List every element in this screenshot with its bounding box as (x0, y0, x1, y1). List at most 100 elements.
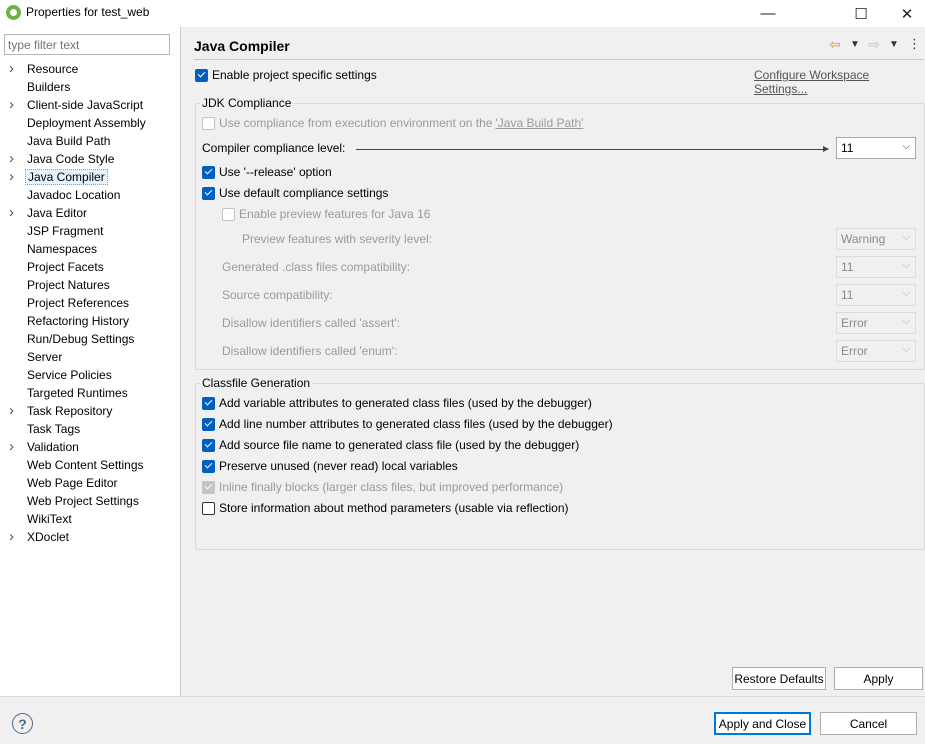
window-title: Properties for test_web (26, 5, 150, 19)
configure-workspace-settings-link[interactable]: Configure Workspace Settings... (754, 68, 925, 96)
preserve-unused-checkbox[interactable] (202, 459, 215, 473)
tree-item-label: Resource (27, 62, 79, 76)
classfile-option-row[interactable]: Store information about method parameter… (202, 501, 569, 515)
tree-item[interactable]: Refactoring History (0, 312, 180, 330)
enable-project-specific-checkbox[interactable] (195, 68, 208, 82)
tree-item[interactable]: Namespaces (0, 240, 180, 258)
tree-item[interactable]: › Client-side JavaScript (0, 96, 180, 114)
use-release-row[interactable]: Use '--release' option (202, 165, 332, 179)
classfile-option-row[interactable]: Preserve unused (never read) local varia… (202, 459, 458, 473)
tree-item[interactable]: › Resource (0, 60, 180, 78)
tree-item[interactable]: Java Build Path (0, 132, 180, 150)
tree-item[interactable]: Project Natures (0, 276, 180, 294)
chevron-right-icon[interactable]: › (9, 168, 14, 186)
add-variable-attributes-checkbox[interactable] (202, 396, 215, 410)
help-icon[interactable]: ? (12, 713, 33, 734)
tree-item[interactable]: Task Tags (0, 420, 180, 438)
add-variable-attributes-label: Add variable attributes to generated cla… (219, 396, 592, 410)
property-pages-panel: › Resource Builders › Client-side JavaScript… (0, 27, 181, 696)
disallow-assert-label: Disallow identifiers called 'assert': (222, 316, 400, 330)
tree-item[interactable]: Server (0, 348, 180, 366)
tree-item[interactable]: › Java Code Style (0, 150, 180, 168)
apply-and-close-button[interactable]: Apply and Close (714, 712, 811, 735)
title-separator (194, 59, 924, 60)
maximize-button[interactable]: ☐ (838, 0, 884, 27)
tree-item[interactable]: WikiText (0, 510, 180, 528)
tree-item[interactable]: Project References (0, 294, 180, 312)
classfile-option-row[interactable]: Add source file name to generated class … (202, 438, 579, 452)
chevron-down-icon: ⌵ (902, 141, 910, 152)
close-button[interactable]: ✕ (884, 0, 925, 27)
title-bar: Properties for test_web — ☐ ✕ (0, 0, 925, 27)
tree-item[interactable]: Service Policies (0, 366, 180, 384)
tree-item[interactable]: › Java Editor (0, 204, 180, 222)
back-menu-chevron-icon[interactable]: ▼ (850, 39, 860, 50)
source-compat-label: Source compatibility: (222, 288, 333, 302)
use-default-compliance-row[interactable]: Use default compliance settings (202, 186, 388, 200)
chevron-right-icon[interactable]: › (9, 204, 14, 222)
classfile-option-row: Inline finally blocks (larger class file… (202, 480, 563, 494)
chevron-right-icon[interactable]: › (9, 150, 14, 168)
tree-item[interactable]: › Task Repository (0, 402, 180, 420)
compliance-level-select[interactable]: 11 ⌵ (836, 137, 916, 159)
view-menu-icon[interactable]: ⋮ (908, 36, 921, 52)
chevron-right-icon[interactable]: › (9, 96, 14, 114)
tree-item-label: Web Page Editor (27, 476, 118, 490)
tree-item[interactable]: › Validation (0, 438, 180, 456)
tree-item[interactable]: Web Content Settings (0, 456, 180, 474)
add-line-number-checkbox[interactable] (202, 417, 215, 431)
tree-item[interactable]: Deployment Assembly (0, 114, 180, 132)
tree-item-label: Deployment Assembly (27, 116, 146, 130)
disallow-assert-value: Error (841, 316, 868, 330)
tree-item[interactable]: Javadoc Location (0, 186, 180, 204)
preserve-unused-label: Preserve unused (never read) local varia… (219, 459, 458, 473)
filter-input[interactable] (4, 34, 170, 55)
java-compiler-page: Java Compiler ⇦ ▼ ⇨ ▼ ⋮ Enable project s… (181, 27, 925, 696)
tree-item-label: Service Policies (27, 368, 112, 382)
preview-severity-value: Warning (841, 232, 886, 246)
back-arrow-icon[interactable]: ⇦ (829, 36, 841, 53)
preview-severity-select: Warning ⌵ (836, 228, 916, 250)
use-release-label: Use '--release' option (219, 165, 332, 179)
add-source-file-checkbox[interactable] (202, 438, 215, 452)
use-ee-compliance-checkbox (202, 116, 215, 130)
chevron-right-icon[interactable]: › (9, 402, 14, 420)
chevron-right-icon[interactable]: › (9, 528, 14, 546)
tree-item-label: Web Project Settings (27, 494, 139, 508)
chevron-right-icon[interactable]: › (9, 438, 14, 456)
use-default-compliance-checkbox[interactable] (202, 186, 215, 200)
tree-item-label: Java Compiler (25, 169, 108, 185)
add-line-number-label: Add line number attributes to generated … (219, 417, 613, 431)
disallow-enum-select: Error ⌵ (836, 340, 916, 362)
apply-button[interactable]: Apply (834, 667, 923, 690)
classfile-option-row[interactable]: Add variable attributes to generated cla… (202, 396, 592, 410)
classfile-option-row[interactable]: Add line number attributes to generated … (202, 417, 613, 431)
tree-item[interactable]: Web Project Settings (0, 492, 180, 510)
tree-item[interactable]: JSP Fragment (0, 222, 180, 240)
use-ee-compliance-row: Use compliance from execution environmen… (202, 116, 583, 130)
generated-class-compat-value: 11 (841, 260, 854, 274)
chevron-down-icon: ⌵ (902, 344, 910, 355)
cancel-button[interactable]: Cancel (820, 712, 917, 735)
chevron-right-icon[interactable]: › (9, 60, 14, 78)
compliance-level-arrow (356, 146, 829, 152)
use-release-checkbox[interactable] (202, 165, 215, 179)
forward-menu-chevron-icon[interactable]: ▼ (889, 39, 899, 50)
tree-item[interactable]: Targeted Runtimes (0, 384, 180, 402)
restore-defaults-button[interactable]: Restore Defaults (732, 667, 826, 690)
tree-item-label: Client-side JavaScript (27, 98, 144, 112)
tree-item[interactable]: › XDoclet (0, 528, 180, 546)
minimize-button[interactable]: — (745, 0, 791, 27)
jdk-compliance-title: JDK Compliance (200, 96, 294, 110)
chevron-down-icon: ⌵ (902, 288, 910, 299)
store-method-params-checkbox[interactable] (202, 501, 215, 515)
tree-item[interactable]: Run/Debug Settings (0, 330, 180, 348)
enable-preview-label: Enable preview features for Java 16 (239, 207, 431, 221)
enable-project-specific-row[interactable]: Enable project specific settings (195, 68, 377, 82)
tree-item[interactable]: Builders (0, 78, 180, 96)
tree-item-label: Javadoc Location (27, 188, 121, 202)
tree-item-label: WikiText (27, 512, 72, 526)
tree-item[interactable]: › Java Compiler (0, 168, 180, 186)
tree-item[interactable]: Project Facets (0, 258, 180, 276)
tree-item[interactable]: Web Page Editor (0, 474, 180, 492)
